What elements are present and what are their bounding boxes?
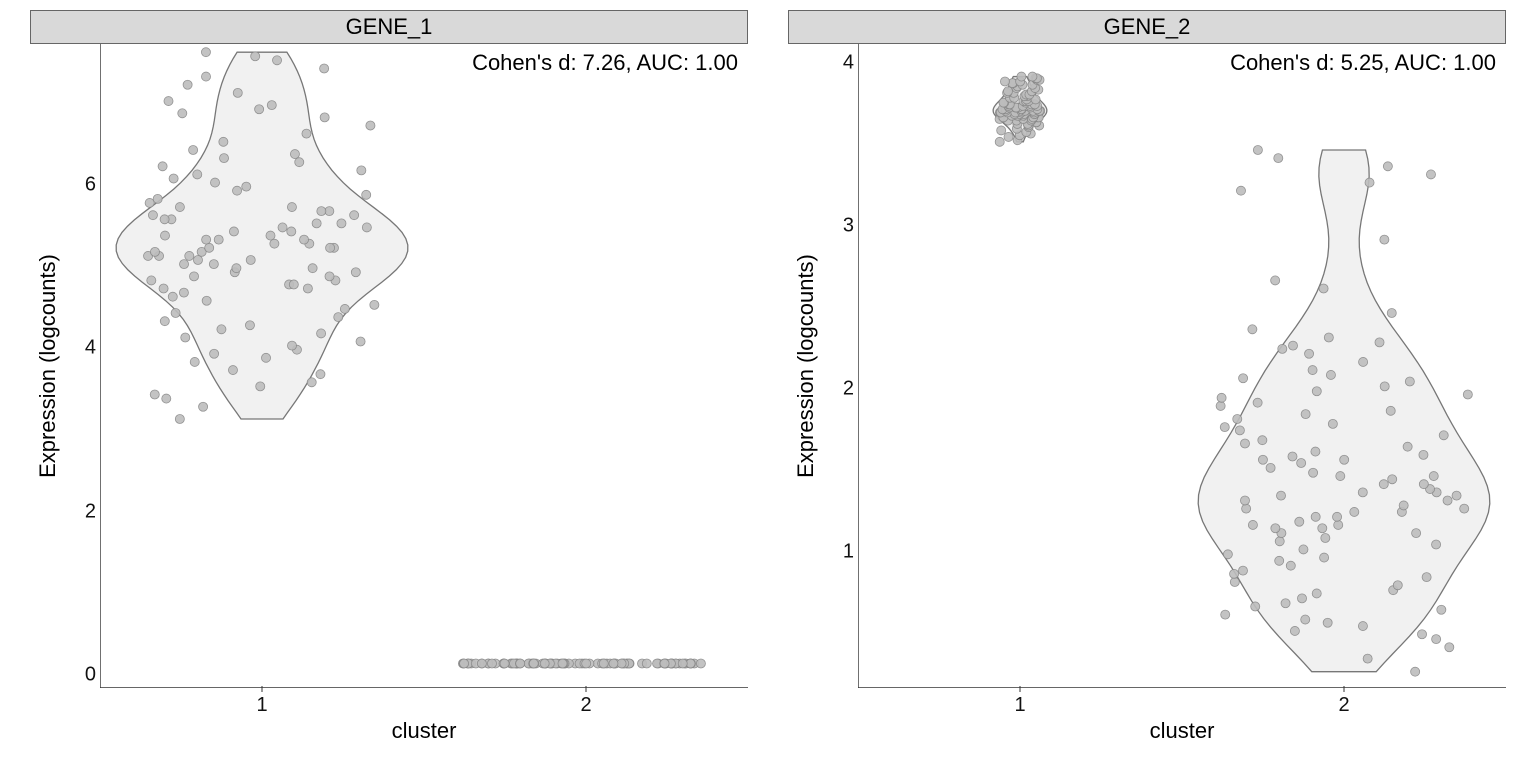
- x-axis-ticks: 12: [100, 688, 748, 718]
- plot-svg: [100, 44, 748, 688]
- x-axis-label: cluster: [100, 718, 748, 744]
- y-tick-label: 2: [66, 500, 96, 523]
- x-tick-label: 1: [256, 694, 267, 717]
- plot-panel: Cohen's d: 7.26, AUC: 1.00: [100, 44, 748, 688]
- y-tick-label: 1: [824, 541, 854, 564]
- y-tick-label: 4: [824, 52, 854, 75]
- x-axis-ticks: 12: [858, 688, 1506, 718]
- x-tick-label: 2: [1338, 694, 1349, 717]
- x-axis-area: 12 cluster: [30, 688, 748, 758]
- plot-grid: GENE_1 Expression (logcounts) 0 2 4 6 Cohen…: [0, 0, 1536, 768]
- x-tick-mark: [262, 686, 263, 692]
- x-tick-mark: [1020, 686, 1021, 692]
- y-axis-label-col: Expression (logcounts): [30, 44, 66, 688]
- facet-gene-1: GENE_1 Expression (logcounts) 0 2 4 6 Cohen…: [10, 10, 768, 758]
- y-axis-label-col: Expression (logcounts): [788, 44, 824, 688]
- plot-area: Expression (logcounts) 1 2 3 4 Cohen's d: 5…: [788, 44, 1506, 688]
- y-axis-label: Expression (logcounts): [35, 254, 61, 478]
- x-tick-mark: [586, 686, 587, 692]
- y-axis-ticks: 0 2 4 6: [66, 44, 100, 688]
- plot-area: Expression (logcounts) 0 2 4 6 Cohen's d: 7…: [30, 44, 748, 688]
- plot-svg: [858, 44, 1506, 688]
- x-tick-label: 1: [1014, 694, 1025, 717]
- facet-gene-2: GENE_2 Expression (logcounts) 1234 Cohen…: [768, 10, 1526, 758]
- y-axis-label: Expression (logcounts): [793, 254, 819, 478]
- y-tick-label: 3: [824, 215, 854, 238]
- plot-panel: Cohen's d: 5.25, AUC: 1.00: [858, 44, 1506, 688]
- x-tick-label: 2: [580, 694, 591, 717]
- y-tick-label: 6: [66, 174, 96, 197]
- y-tick-label: 4: [66, 337, 96, 360]
- x-tick-mark: [1344, 686, 1345, 692]
- facet-strip: GENE_2: [788, 10, 1506, 44]
- facet-strip: GENE_1: [30, 10, 748, 44]
- y-tick-label: 0: [66, 663, 96, 686]
- y-axis-ticks: 1 2 3 4: [824, 44, 858, 688]
- x-axis-area: 12 cluster: [788, 688, 1506, 758]
- x-axis-label: cluster: [858, 718, 1506, 744]
- y-tick-label: 2: [824, 378, 854, 401]
- stats-annotation: Cohen's d: 5.25, AUC: 1.00: [1230, 50, 1496, 76]
- stats-annotation: Cohen's d: 7.26, AUC: 1.00: [472, 50, 738, 76]
